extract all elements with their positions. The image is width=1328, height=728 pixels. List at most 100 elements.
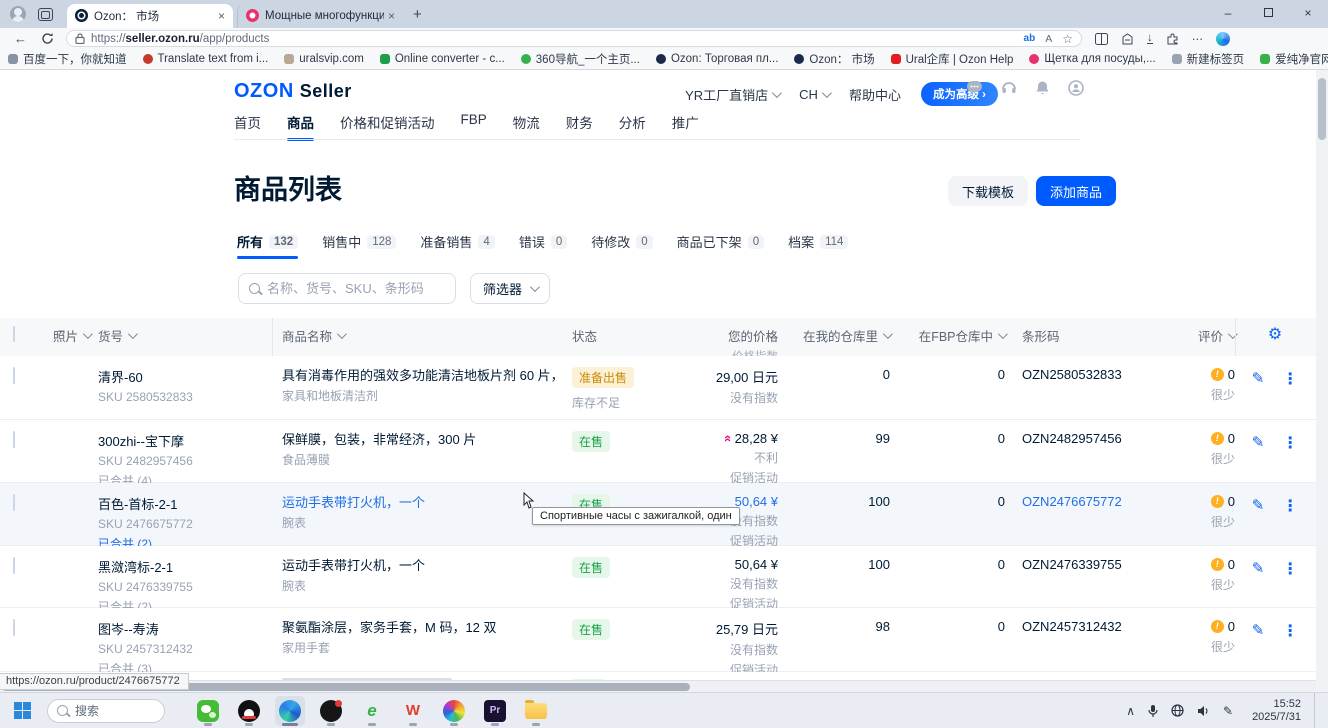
chat-icon[interactable] <box>966 80 983 96</box>
qq-icon[interactable] <box>234 696 264 726</box>
bookmark-item[interactable]: 新建标签页 <box>1172 51 1245 67</box>
microphone-icon[interactable] <box>1148 704 1158 718</box>
edit-icon[interactable]: ✎ <box>1252 621 1265 641</box>
bookmark-item[interactable]: uralsvip.com <box>284 53 364 65</box>
row-menu-icon[interactable]: ⋮ <box>1282 369 1298 389</box>
minimize-button[interactable]: – <box>1208 0 1248 28</box>
help-center-link[interactable]: 帮助中心 <box>849 85 901 104</box>
vertical-scrollbar[interactable] <box>1316 70 1328 692</box>
bookmark-item[interactable]: Ural企库 | Ozon Help <box>891 51 1014 67</box>
bookmark-item[interactable]: Ozon: Торговая пл... <box>656 53 778 65</box>
support-headset-icon[interactable] <box>1001 80 1017 96</box>
copilot-icon[interactable] <box>1216 32 1230 46</box>
profile-avatar-icon[interactable] <box>10 6 26 22</box>
new-tab-button[interactable]: + <box>413 6 422 23</box>
col-sku[interactable]: 货号 <box>98 326 135 345</box>
col-warehouse[interactable]: 在我的仓库里 <box>803 326 890 345</box>
barcode-link[interactable]: OZN2476675772 <box>1022 494 1122 509</box>
maximize-button[interactable] <box>1248 0 1288 28</box>
edit-icon[interactable]: ✎ <box>1252 559 1265 579</box>
row-checkbox[interactable] <box>13 557 15 574</box>
edit-icon[interactable]: ✎ <box>1252 433 1265 453</box>
nav-products[interactable]: 商品 <box>287 112 314 141</box>
scrollbar-thumb[interactable] <box>1318 78 1326 140</box>
bookmark-item[interactable]: Online converter - c... <box>380 53 505 65</box>
filter-tab-tofix[interactable]: 待修改0 <box>591 232 652 259</box>
speaker-icon[interactable] <box>1197 705 1210 717</box>
row-checkbox[interactable] <box>13 494 15 511</box>
select-all-checkbox[interactable] <box>13 326 15 342</box>
hidden-icons-chevron[interactable]: ∧ <box>1126 704 1135 718</box>
nav-analytics[interactable]: 分析 <box>619 112 646 141</box>
product-search[interactable] <box>238 273 456 304</box>
pen-icon[interactable]: ✎ <box>1223 704 1233 718</box>
music-app-icon[interactable] <box>316 696 346 726</box>
nav-logistics[interactable]: 物流 <box>513 112 540 141</box>
tab-close-icon[interactable]: × <box>218 9 225 23</box>
address-bar[interactable]: https://seller.ozon.ru/app/products ab A… <box>66 30 1082 47</box>
back-button[interactable]: ← <box>14 31 27 46</box>
pinwheel-browser-icon[interactable] <box>439 696 469 726</box>
start-button[interactable] <box>14 702 31 719</box>
table-settings-gear-icon[interactable]: ⚙ <box>1268 328 1282 342</box>
row-menu-icon[interactable]: ⋮ <box>1282 496 1298 516</box>
table-row[interactable]: 300zhi--宝下摩SKU 2482957456已合并 (4) 保鲜膜，包装，… <box>0 420 1316 483</box>
workspaces-icon[interactable] <box>38 8 53 21</box>
refresh-button[interactable] <box>41 32 54 45</box>
filter-tab-all[interactable]: 所有132 <box>237 232 298 259</box>
translate-icon[interactable]: ab <box>1024 33 1036 44</box>
filter-tab-errors[interactable]: 错误0 <box>519 232 567 259</box>
nav-pricing[interactable]: 价格和促销活动 <box>340 112 435 141</box>
nav-finance[interactable]: 财务 <box>566 112 593 141</box>
bookmark-item[interactable]: Щетка для посуды,... <box>1029 53 1155 65</box>
bookmark-item[interactable]: 爱纯净官网 <box>1260 51 1328 67</box>
bookmark-item[interactable]: Translate text from i... <box>143 53 269 65</box>
product-name[interactable]: 聚氨酯涂层，家务手套，M 码，12 双 <box>282 619 572 636</box>
edge-icon[interactable] <box>275 696 305 726</box>
notifications-bell-icon[interactable] <box>1035 80 1050 96</box>
bookmark-item[interactable]: Ozon： 市场 <box>794 51 874 67</box>
product-name[interactable]: 运动手表带打火机，一个 <box>282 557 572 574</box>
store-selector[interactable]: YR工厂直销店 <box>685 85 779 104</box>
edit-icon[interactable]: ✎ <box>1252 369 1265 389</box>
tab-secondary[interactable]: Мощные многофункциональнь × <box>237 4 403 28</box>
download-icon[interactable]: ↓ <box>1147 33 1153 44</box>
product-name[interactable]: 保鲜膜，包装，非常经济，300 片 <box>282 431 572 448</box>
wps-icon[interactable]: W <box>398 696 428 726</box>
show-desktop-button[interactable] <box>1314 693 1318 728</box>
table-row[interactable]: 图岑--寿涛SKU 2457312432已合并 (3) 聚氨酯涂层，家务手套，M… <box>0 608 1316 672</box>
row-menu-icon[interactable]: ⋮ <box>1282 559 1298 579</box>
download-template-button[interactable]: 下载模板 <box>948 176 1028 206</box>
taskbar-clock[interactable]: 15:522025/7/31 <box>1252 698 1301 724</box>
row-checkbox[interactable] <box>13 619 15 636</box>
nav-fbp[interactable]: FBP <box>461 112 487 141</box>
bookmark-item[interactable]: 百度一下，你就知道 <box>8 51 127 67</box>
filter-tab-selling[interactable]: 销售中128 <box>322 232 396 259</box>
tab-close-icon[interactable]: × <box>388 9 395 23</box>
row-checkbox[interactable] <box>13 367 15 384</box>
table-row[interactable]: 黑潋湾标-2-1SKU 2476339755已合并 (2) 运动手表带打火机，一… <box>0 546 1316 608</box>
filter-tab-removed[interactable]: 商品已下架0 <box>677 232 764 259</box>
row-menu-icon[interactable]: ⋮ <box>1282 621 1298 641</box>
col-rating[interactable]: 评价 <box>1198 326 1235 345</box>
search-input[interactable] <box>267 281 445 296</box>
wechat-icon[interactable] <box>193 696 223 726</box>
add-product-button[interactable]: 添加商品 <box>1036 176 1116 206</box>
premiere-icon[interactable]: Pr <box>480 696 510 726</box>
row-menu-icon[interactable]: ⋮ <box>1282 433 1298 453</box>
read-aloud-icon[interactable]: A <box>1045 33 1052 45</box>
row-checkbox[interactable] <box>13 431 15 448</box>
nav-home[interactable]: 首页 <box>234 112 261 141</box>
language-selector[interactable]: CH <box>799 87 829 102</box>
col-name[interactable]: 商品名称 <box>282 326 344 345</box>
col-photo[interactable]: 照片 <box>53 326 90 345</box>
table-row[interactable]: 清界-60SKU 2580532833 具有消毒作用的强效多功能清洁地板片剂 6… <box>0 356 1316 420</box>
close-button[interactable]: × <box>1288 0 1328 28</box>
ozon-seller-logo[interactable]: OZONSeller <box>234 80 352 103</box>
network-globe-icon[interactable] <box>1171 704 1184 717</box>
filters-button[interactable]: 筛选器 <box>470 273 550 304</box>
col-fbp[interactable]: 在FBP仓库中 <box>919 326 1005 345</box>
nav-promotion[interactable]: 推广 <box>672 112 699 141</box>
bookmark-item[interactable]: 360导航_一个主页... <box>521 51 640 67</box>
product-name[interactable]: 具有消毒作用的强效多功能清洁地板片剂 60 片， <box>282 367 572 384</box>
